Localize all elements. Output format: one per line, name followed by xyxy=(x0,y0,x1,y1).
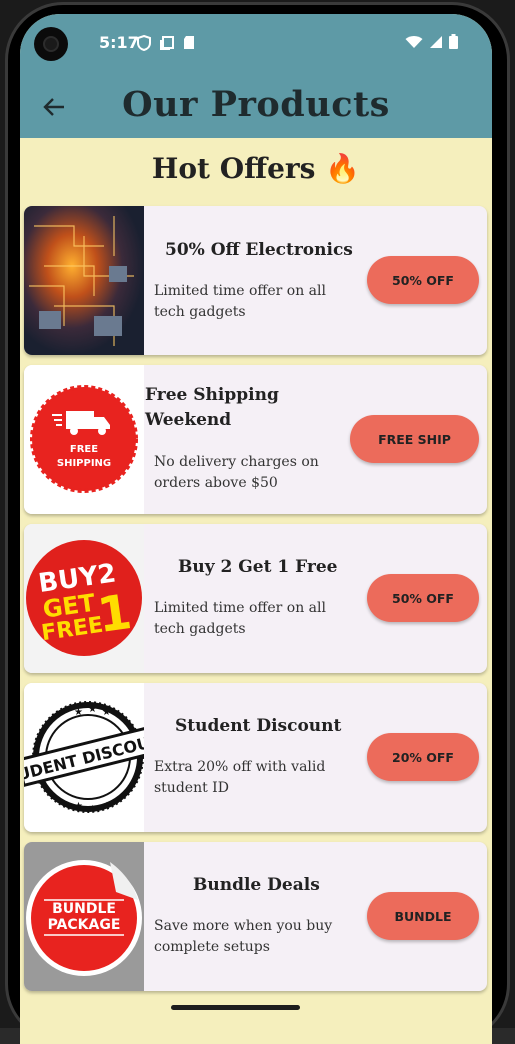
shield-icon xyxy=(137,35,151,51)
free-shipping-badge: FREE SHIPPING xyxy=(24,365,144,514)
offer-description: Save more when you buy complete setups xyxy=(154,918,333,955)
front-camera-icon xyxy=(34,27,68,61)
offer-card[interactable]: BUNDLE PACKAGE Bundle Deals Save more wh… xyxy=(24,842,487,991)
sd-card-icon xyxy=(184,36,194,49)
svg-text:★: ★ xyxy=(74,801,83,812)
bundle-package-sticker: BUNDLE PACKAGE xyxy=(24,842,144,991)
offer-title: Free Shipping Weekend xyxy=(145,385,279,430)
buy2-get1-free-badge: BUY2 GET FREE 1 xyxy=(24,524,144,673)
wifi-icon xyxy=(405,35,423,48)
student-discount-stamp: STUDENT DISCOUNT ★ ★ ★ ★ ★ ★ xyxy=(24,683,144,832)
offer-description: Extra 20% off with valid student ID xyxy=(154,759,326,796)
battery-icon xyxy=(449,34,458,49)
offer-title: Buy 2 Get 1 Free xyxy=(178,557,338,577)
offer-button[interactable]: BUNDLE xyxy=(367,892,479,940)
svg-text:★: ★ xyxy=(88,804,97,815)
badge-text-package: PACKAGE xyxy=(48,917,121,933)
offer-description: Limited time offer on all tech gadgets xyxy=(154,283,326,320)
badge-text-bundle: BUNDLE xyxy=(52,901,116,917)
offer-button[interactable]: 50% OFF xyxy=(367,574,479,622)
badge-text-free: FREE xyxy=(70,444,98,455)
svg-text:★: ★ xyxy=(74,707,83,718)
screen: 5:17 Our Products Hot Offers 🔥 50% Off E… xyxy=(20,14,492,1044)
offer-button[interactable]: FREE SHIP xyxy=(350,415,479,463)
app-bar: 5:17 Our Products xyxy=(20,14,492,138)
status-time: 5:17 xyxy=(99,33,139,52)
offer-card[interactable]: STUDENT DISCOUNT ★ ★ ★ ★ ★ ★ Student Discount… xyxy=(24,683,487,832)
svg-text:★: ★ xyxy=(102,707,111,718)
offer-title: Student Discount xyxy=(175,716,342,736)
svg-text:★: ★ xyxy=(102,801,111,812)
offer-description: No delivery charges on orders above $50 xyxy=(154,454,319,491)
offer-card[interactable]: BUY2 GET FREE 1 Buy 2 Get 1 Free Limited… xyxy=(24,524,487,673)
cell-signal-icon xyxy=(430,35,442,48)
svg-text:★: ★ xyxy=(88,704,97,715)
offer-button[interactable]: 50% OFF xyxy=(367,256,479,304)
status-system-icons xyxy=(405,34,458,49)
gesture-home-bar[interactable] xyxy=(171,1005,300,1010)
status-notification-icons xyxy=(137,35,195,51)
badge-text-shipping: SHIPPING xyxy=(57,458,111,469)
offer-button[interactable]: 20% OFF xyxy=(367,733,479,781)
section-title: Hot Offers 🔥 xyxy=(151,152,361,185)
page-title: Our Products xyxy=(122,84,390,125)
offer-title: Bundle Deals xyxy=(193,875,320,895)
offer-title: 50% Off Electronics xyxy=(165,240,353,260)
circuit-board-image xyxy=(24,206,144,355)
screenshot-icon xyxy=(160,36,174,50)
offer-card[interactable]: 50% Off Electronics Limited time offer o… xyxy=(24,206,487,355)
offer-card[interactable]: FREE SHIPPING Free Shipping Weekend No d… xyxy=(24,365,487,514)
offer-description: Limited time offer on all tech gadgets xyxy=(154,600,326,637)
